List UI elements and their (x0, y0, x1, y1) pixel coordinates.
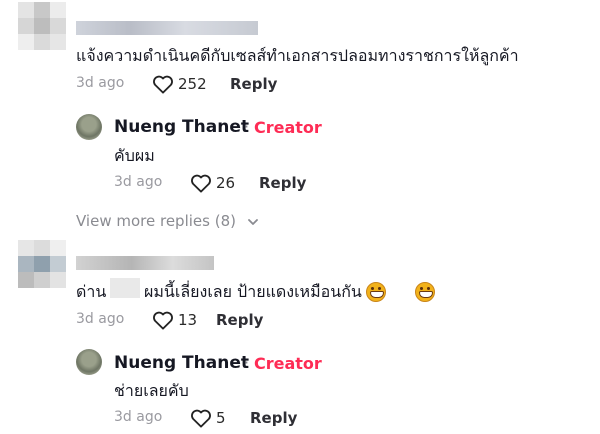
heart-outline-icon[interactable] (190, 408, 212, 428)
heart-outline-icon[interactable] (152, 74, 174, 94)
username-blurred[interactable] (76, 256, 214, 270)
like-count: 13 (178, 311, 198, 329)
comment-text-part-2: ผมนี้เลี่ยงเลย ป้ายแดงเหมือนกัน (144, 282, 362, 301)
comment-text: แจ้งความดำเนินคดีกับเซลส์ทำเอกสารปลอมทาง… (76, 46, 519, 65)
heart-outline-icon[interactable] (152, 310, 174, 330)
heart-outline-icon[interactable] (190, 173, 212, 193)
comment-timestamp: 3d ago (76, 75, 125, 91)
reply-button[interactable]: Reply (259, 174, 306, 192)
grinning-face-emoji (415, 281, 436, 302)
creator-badge: Creator (254, 354, 322, 373)
reply-button[interactable]: Reply (250, 409, 297, 427)
avatar-pixelated[interactable] (18, 2, 66, 64)
reply-author[interactable]: Nueng Thanet (114, 117, 249, 137)
like-count: 5 (216, 409, 226, 427)
reply-text: ช่ายเลยคับ (114, 381, 189, 400)
reply-author[interactable]: Nueng Thanet (114, 353, 249, 373)
like-count: 252 (178, 75, 207, 93)
redacted-block (110, 278, 140, 298)
username-blurred[interactable] (76, 21, 258, 35)
like-count: 26 (216, 174, 236, 192)
comment-timestamp: 3d ago (76, 311, 125, 327)
reply-timestamp: 3d ago (114, 409, 163, 425)
creator-badge: Creator (254, 118, 322, 137)
avatar[interactable] (76, 114, 102, 140)
reply-timestamp: 3d ago (114, 174, 163, 190)
avatar-pixelated[interactable] (18, 240, 66, 302)
reply-button[interactable]: Reply (230, 75, 277, 93)
reply-text: คับผม (114, 146, 155, 165)
separator-dot: · (244, 117, 250, 136)
chevron-down-icon (247, 218, 258, 225)
comment-2: ด่าน ผมนี้เลี่ยงเลย ป้ายแดงเหมือนกัน 3d … (0, 0, 600, 428)
avatar[interactable] (76, 349, 102, 375)
view-more-label: View more replies (8) (76, 212, 236, 230)
view-more-replies-button[interactable]: View more replies (8) (76, 212, 259, 230)
comment-text-part-1: ด่าน (76, 282, 107, 301)
reply-button[interactable]: Reply (216, 311, 263, 329)
grinning-face-emoji (366, 281, 386, 302)
separator-dot: · (244, 353, 250, 372)
